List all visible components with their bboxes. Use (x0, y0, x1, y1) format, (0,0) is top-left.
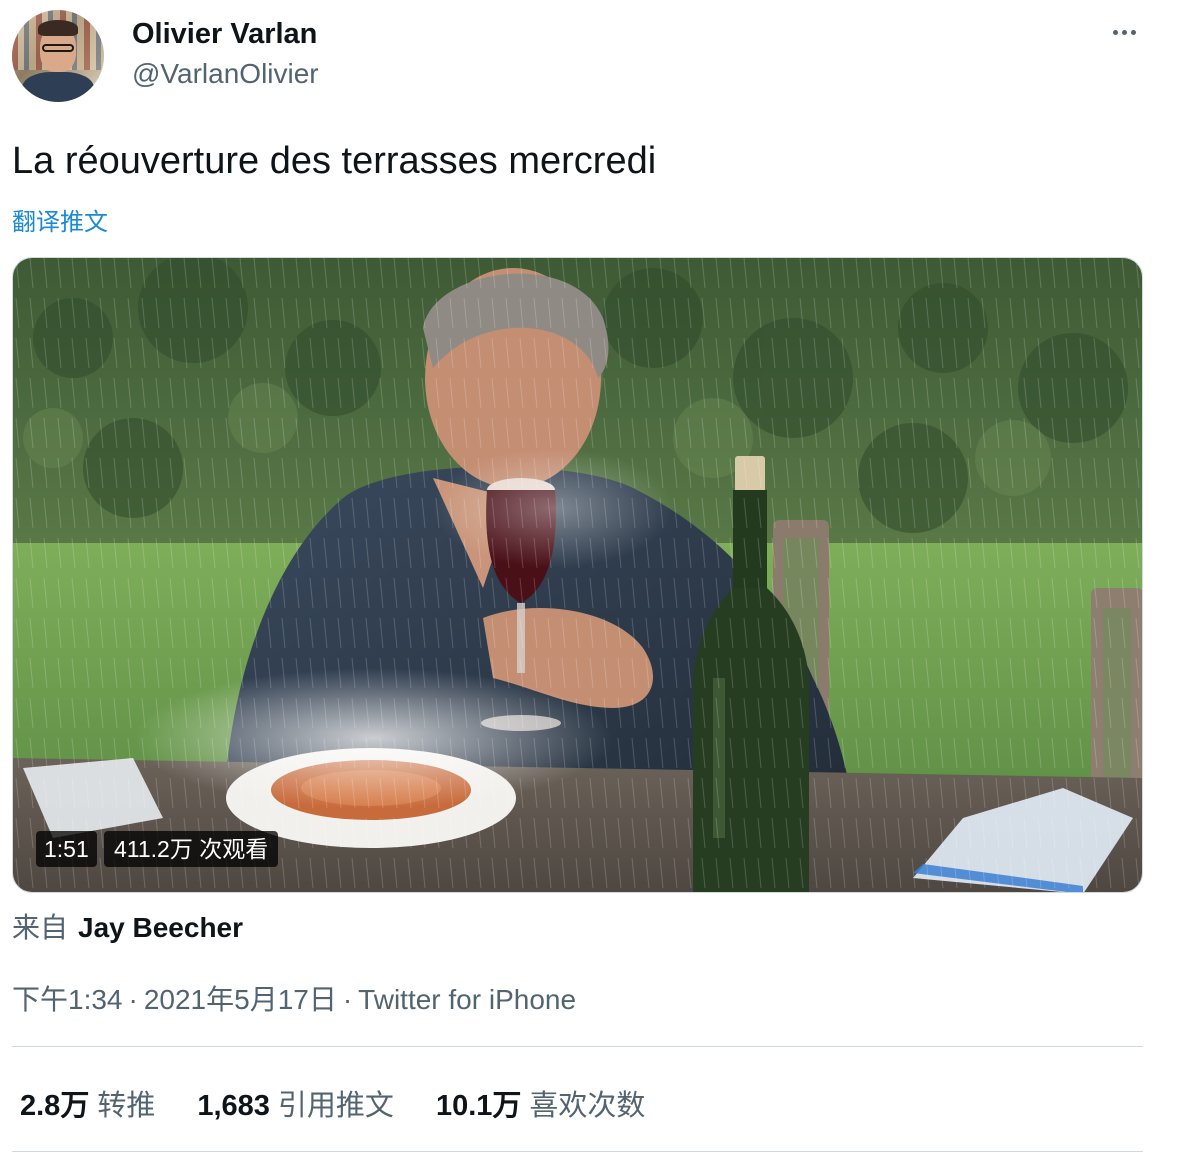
tweet-time[interactable]: 下午1:34 (12, 984, 123, 1015)
avatar[interactable] (12, 10, 104, 102)
more-horizontal-icon (1112, 29, 1118, 35)
stat-label: 引用推文 (277, 1090, 394, 1122)
video-player[interactable] (12, 257, 1143, 893)
divider (12, 1046, 1143, 1047)
tweet-card: Olivier Varlan @VarlanOlivier La réouver… (0, 0, 1178, 1154)
stat-label: 喜欢次数 (529, 1090, 646, 1122)
source-author-link[interactable]: Jay Beecher (78, 912, 243, 943)
author-name[interactable]: Olivier Varlan (132, 18, 317, 51)
tweet-stats: 2.8万 转推 1,683 引用推文 10.1万 喜欢次数 (20, 1082, 687, 1124)
video-views-badge: 411.2万 次观看 (104, 831, 279, 867)
stat-value: 1,683 (197, 1090, 270, 1122)
stat-quote-tweets[interactable]: 1,683 引用推文 (197, 1082, 394, 1124)
stat-retweets[interactable]: 2.8万 转推 (20, 1082, 155, 1124)
video-thumbnail (13, 258, 1142, 892)
stat-value: 10.1万 (435, 1090, 522, 1122)
divider (12, 1151, 1143, 1152)
more-options-button[interactable] (1104, 16, 1144, 48)
video-duration-badge: 1:51 (36, 831, 97, 867)
meta-separator: · (128, 984, 138, 1015)
video-source: 来自 Jay Beecher (12, 906, 243, 946)
author-handle[interactable]: @VarlanOlivier (132, 58, 319, 90)
meta-separator: · (342, 984, 353, 1015)
tweet-date[interactable]: 2021年5月17日 (144, 984, 337, 1015)
source-prefix: 来自 (12, 912, 69, 943)
stat-label: 转推 (97, 1090, 156, 1122)
tweet-client-link[interactable]: Twitter for iPhone (358, 984, 576, 1015)
stat-likes[interactable]: 10.1万 喜欢次数 (436, 1082, 645, 1124)
tweet-meta: 下午1:34 · 2021年5月17日 · Twitter for iPhone (12, 978, 576, 1018)
translate-tweet-link[interactable]: 翻译推文 (12, 202, 108, 237)
tweet-text: La réouverture des terrasses mercredi (12, 140, 657, 182)
stat-value: 2.8万 (20, 1090, 90, 1122)
